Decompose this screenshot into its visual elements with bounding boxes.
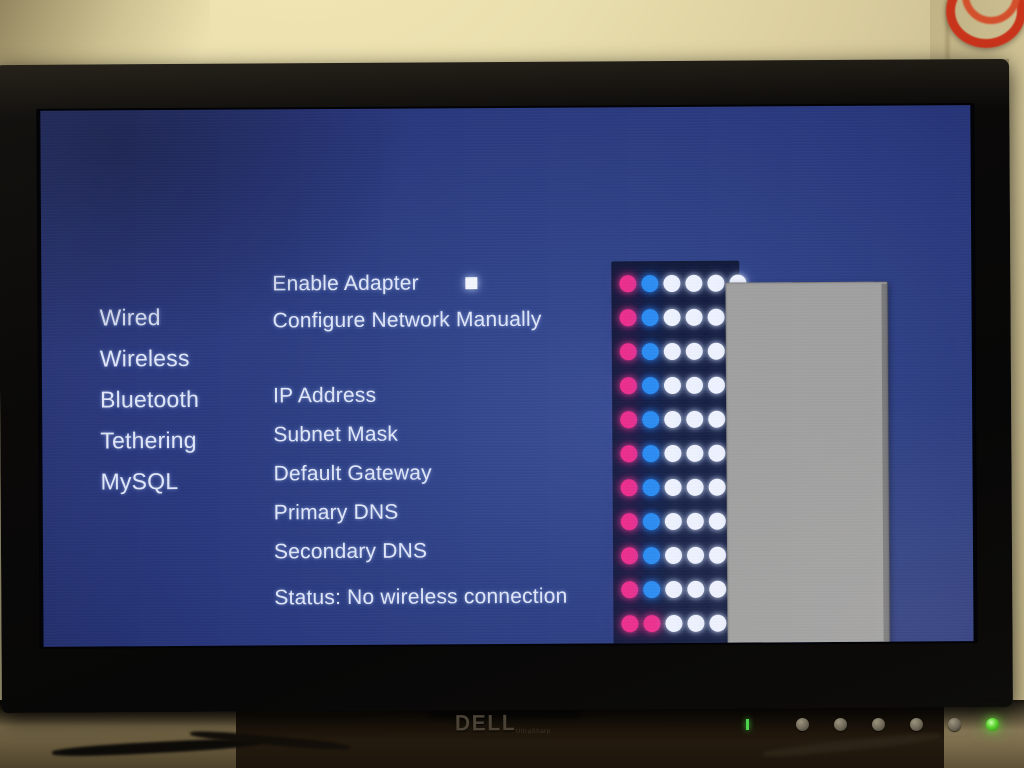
- sidebar-item-bluetooth[interactable]: Bluetooth: [100, 386, 199, 413]
- dot-white: [686, 410, 704, 428]
- dot-white: [664, 444, 682, 463]
- secondary-dns-field[interactable]: Secondary DNS: [274, 539, 432, 564]
- sidebar: Wired Wireless Bluetooth Tethering MySQL: [99, 304, 200, 494]
- dot-white: [709, 614, 727, 632]
- dot-white: [664, 410, 682, 429]
- dot-white: [685, 308, 703, 326]
- monitor-osd-button-4[interactable]: [910, 718, 923, 731]
- dot-white: [685, 342, 703, 360]
- dot-pink: [619, 275, 637, 293]
- dot-white: [686, 512, 704, 530]
- dot-blue: [641, 343, 659, 361]
- dot-white: [686, 546, 705, 564]
- dot-white: [708, 444, 726, 462]
- network-fields: IP Address Subnet Mask Default Gateway P…: [273, 383, 432, 564]
- dot-white: [685, 376, 704, 394]
- dot-pink: [619, 377, 638, 395]
- dot-blue: [642, 445, 660, 463]
- dot-white: [663, 308, 681, 327]
- sidebar-item-wireless[interactable]: Wireless: [100, 345, 199, 372]
- ip-address-field[interactable]: IP Address: [273, 383, 431, 408]
- dot-blue: [642, 513, 660, 531]
- monitor-osd-button-5[interactable]: [948, 718, 961, 731]
- gray-panel-edge: [881, 283, 891, 647]
- dot-pink: [619, 343, 637, 361]
- dot-white: [664, 512, 682, 531]
- gray-content-panel: [725, 281, 890, 647]
- monitor-chassis: Wired Wireless Bluetooth Tethering MySQL…: [0, 58, 1013, 714]
- dot-white: [687, 580, 705, 598]
- photo-of-monitor: Wired Wireless Bluetooth Tethering MySQL…: [0, 0, 1024, 768]
- dot-pink: [620, 411, 638, 429]
- sidebar-item-tethering[interactable]: Tethering: [100, 427, 199, 454]
- dot-white: [707, 376, 726, 394]
- dot-white: [664, 478, 682, 497]
- sidebar-item-mysql[interactable]: MySQL: [100, 468, 200, 494]
- dot-pink: [620, 479, 638, 497]
- status-text: Status: No wireless connection: [274, 584, 568, 610]
- dot-white: [663, 342, 681, 361]
- monitor-osd-button-3[interactable]: [872, 718, 885, 731]
- dot-pink: [620, 547, 639, 565]
- enable-adapter-checkbox[interactable]: [465, 277, 478, 290]
- monitor-osd-button-2[interactable]: [834, 718, 847, 731]
- dot-white: [707, 308, 725, 326]
- dell-logo: DELL: [454, 711, 517, 736]
- dot-white: [707, 274, 725, 292]
- dot-blue: [641, 309, 659, 327]
- configure-network-manually-button[interactable]: Configure Network Manually: [273, 308, 542, 334]
- dot-pink: [620, 513, 638, 531]
- monitor-osd-button-1[interactable]: [796, 718, 809, 731]
- dot-blue: [642, 479, 660, 497]
- input-indicator-led: [746, 719, 749, 730]
- dot-white: [687, 614, 705, 632]
- monitor-power-button[interactable]: [986, 718, 999, 731]
- dot-pink: [643, 615, 661, 633]
- dot-white: [664, 546, 683, 565]
- dot-blue: [642, 547, 661, 565]
- dot-white: [709, 580, 727, 598]
- dot-white: [708, 410, 726, 428]
- dot-white: [708, 478, 726, 496]
- enable-adapter-label: Enable Adapter: [272, 271, 419, 296]
- dell-sublabel: UltraSharp: [516, 729, 551, 735]
- dot-white: [663, 376, 682, 395]
- enable-adapter-row[interactable]: Enable Adapter: [272, 271, 478, 296]
- dot-blue: [641, 377, 660, 395]
- decorative-dot-panel: [611, 260, 747, 647]
- sidebar-item-wired[interactable]: Wired: [99, 304, 199, 330]
- dot-pink: [619, 309, 637, 327]
- dot-white: [663, 274, 681, 293]
- dot-white: [665, 614, 683, 633]
- dot-white: [708, 512, 726, 530]
- subnet-mask-field[interactable]: Subnet Mask: [273, 422, 431, 447]
- dot-white: [708, 546, 727, 564]
- dot-blue: [641, 275, 659, 293]
- monitor-button-row: [796, 718, 999, 731]
- dot-pink: [621, 615, 639, 633]
- dot-white: [686, 444, 704, 462]
- dot-blue: [643, 581, 661, 599]
- screen-content: Wired Wireless Bluetooth Tethering MySQL…: [40, 105, 974, 647]
- primary-dns-field[interactable]: Primary DNS: [274, 500, 432, 525]
- dot-white: [665, 580, 683, 599]
- dot-white: [707, 342, 725, 360]
- desk-highlight-right: [944, 700, 1024, 768]
- dot-white: [686, 478, 704, 496]
- dot-pink: [620, 445, 638, 463]
- default-gateway-field[interactable]: Default Gateway: [273, 461, 431, 486]
- dot-blue: [642, 411, 660, 429]
- dot-white: [685, 274, 703, 292]
- dot-pink: [621, 581, 639, 599]
